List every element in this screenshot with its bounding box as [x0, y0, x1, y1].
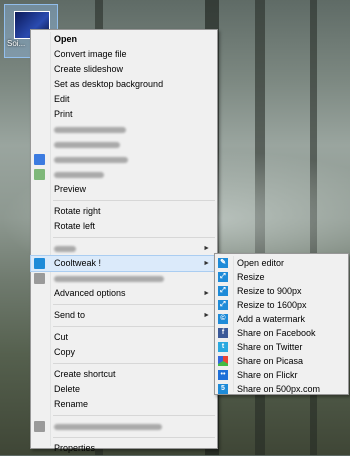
cooltweak-icon — [34, 258, 45, 269]
submenu-item-label: Share on Twitter — [237, 342, 303, 352]
resize-icon: ⤢ — [218, 272, 228, 282]
submenu-item-twitter[interactable]: t Share on Twitter — [215, 340, 348, 354]
menu-item-blurred[interactable] — [31, 137, 217, 152]
menu-item-delete[interactable]: Delete — [31, 382, 217, 397]
cooltweak-submenu: ✎ Open editor ⤢ Resize ⤢ Resize to 900px… — [214, 253, 349, 395]
menu-item-blurred[interactable] — [31, 122, 217, 137]
submenu-item-label: Add a watermark — [237, 314, 306, 324]
500px-icon: 5 — [218, 384, 228, 394]
app-icon — [34, 154, 45, 165]
menu-item-rotate-left[interactable]: Rotate left — [31, 219, 217, 234]
submenu-item-500px[interactable]: 5 Share on 500px.com — [215, 382, 348, 396]
cooltweak-icon: ✎ — [218, 258, 228, 268]
menu-separator — [53, 326, 215, 327]
twitter-icon: t — [218, 342, 228, 352]
flickr-icon: •• — [218, 370, 228, 380]
menu-separator — [53, 415, 215, 416]
submenu-item-label: Open editor — [237, 258, 285, 268]
chevron-right-icon: ► — [203, 245, 210, 252]
menu-item-rename[interactable]: Rename — [31, 397, 217, 412]
submenu-item-label: Share on Flickr — [237, 370, 298, 380]
menu-separator — [53, 200, 215, 201]
submenu-item-watermark[interactable]: © Add a watermark — [215, 312, 348, 326]
facebook-icon: f — [218, 328, 228, 338]
desktop-file-label: Soi... — [7, 39, 26, 48]
watermark-icon: © — [218, 314, 228, 324]
menu-item-send-to-label: Send to — [54, 310, 86, 320]
menu-item-send-to[interactable]: Send to ► — [31, 308, 217, 323]
app-icon — [34, 421, 45, 432]
menu-item-blurred[interactable] — [31, 152, 217, 167]
menu-separator — [53, 237, 215, 238]
submenu-item-label: Share on Picasa — [237, 356, 304, 366]
menu-item-properties[interactable]: Properties — [31, 441, 217, 456]
submenu-item-resize[interactable]: ⤢ Resize — [215, 270, 348, 284]
menu-item-cooltweak[interactable]: Cooltweak ! ► — [30, 255, 218, 272]
submenu-item-resize-900[interactable]: ⤢ Resize to 900px — [215, 284, 348, 298]
menu-item-set-background[interactable]: Set as desktop background — [31, 77, 217, 92]
submenu-item-open-editor[interactable]: ✎ Open editor — [215, 256, 348, 270]
menu-item-preview[interactable]: Preview — [31, 182, 217, 197]
submenu-item-label: Resize — [237, 272, 265, 282]
resize-icon: ⤢ — [218, 286, 228, 296]
menu-item-advanced-options[interactable]: Advanced options ► — [31, 286, 217, 301]
submenu-item-picasa[interactable]: Share on Picasa — [215, 354, 348, 368]
submenu-item-resize-1600[interactable]: ⤢ Resize to 1600px — [215, 298, 348, 312]
menu-item-cooltweak-label: Cooltweak ! — [54, 258, 102, 268]
menu-item-edit[interactable]: Edit — [31, 92, 217, 107]
app-icon — [34, 273, 45, 284]
menu-item-advanced-options-label: Advanced options — [54, 288, 126, 298]
submenu-item-flickr[interactable]: •• Share on Flickr — [215, 368, 348, 382]
submenu-item-label: Share on 500px.com — [237, 384, 321, 394]
context-menu: Open Convert image file Create slideshow… — [30, 29, 218, 453]
picasa-icon — [218, 356, 228, 366]
menu-item-blurred-submenu[interactable]: ► — [31, 241, 217, 256]
menu-item-cut[interactable]: Cut — [31, 330, 217, 345]
menu-item-blurred[interactable] — [31, 167, 217, 182]
submenu-item-label: Resize to 900px — [237, 286, 302, 296]
menu-separator — [53, 437, 215, 438]
chevron-right-icon: ► — [203, 312, 210, 319]
menu-item-blurred[interactable] — [31, 271, 217, 286]
menu-item-print[interactable]: Print — [31, 107, 217, 122]
submenu-item-label: Resize to 1600px — [237, 300, 307, 310]
menu-item-convert[interactable]: Convert image file — [31, 47, 217, 62]
chevron-right-icon: ► — [203, 260, 210, 267]
menu-item-blurred[interactable] — [31, 419, 217, 434]
menu-item-open[interactable]: Open — [31, 32, 217, 47]
submenu-item-facebook[interactable]: f Share on Facebook — [215, 326, 348, 340]
menu-separator — [53, 304, 215, 305]
resize-icon: ⤢ — [218, 300, 228, 310]
app-icon — [34, 169, 45, 180]
menu-separator — [53, 363, 215, 364]
menu-item-create-shortcut[interactable]: Create shortcut — [31, 367, 217, 382]
chevron-right-icon: ► — [203, 290, 210, 297]
menu-item-copy[interactable]: Copy — [31, 345, 217, 360]
submenu-item-label: Share on Facebook — [237, 328, 316, 338]
menu-item-slideshow[interactable]: Create slideshow — [31, 62, 217, 77]
menu-item-rotate-right[interactable]: Rotate right — [31, 204, 217, 219]
